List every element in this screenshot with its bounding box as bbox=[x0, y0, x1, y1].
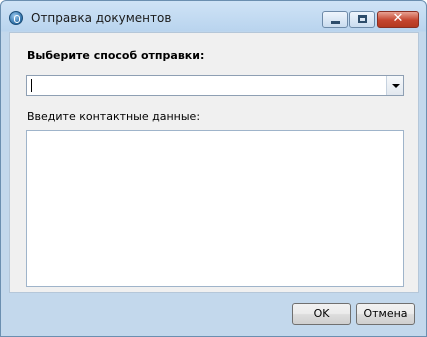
dialog-content: Выберите способ отправки: Введите контак… bbox=[9, 32, 419, 293]
send-method-combobox[interactable] bbox=[26, 75, 404, 96]
minimize-button[interactable] bbox=[322, 11, 348, 28]
close-icon: ✕ bbox=[392, 11, 404, 26]
text-caret bbox=[31, 79, 32, 92]
maximize-icon bbox=[358, 15, 367, 23]
window-title: Отправка документов bbox=[31, 11, 172, 25]
dialog-window: Отправка документов ✕ Выберите способ от… bbox=[0, 0, 427, 337]
contact-data-label: Введите контактные данные: bbox=[27, 110, 201, 123]
close-button[interactable]: ✕ bbox=[377, 11, 419, 28]
maximize-button[interactable] bbox=[349, 11, 375, 28]
cancel-button[interactable]: Отмена bbox=[356, 303, 415, 325]
ok-button[interactable]: OK bbox=[292, 303, 351, 325]
app-icon[interactable] bbox=[9, 11, 23, 25]
contact-data-textarea[interactable] bbox=[26, 130, 404, 287]
send-method-label: Выберите способ отправки: bbox=[27, 49, 205, 62]
minimize-icon bbox=[331, 21, 340, 24]
title-bar[interactable]: Отправка документов ✕ bbox=[1, 1, 426, 32]
dropdown-arrow-icon[interactable] bbox=[386, 76, 403, 95]
